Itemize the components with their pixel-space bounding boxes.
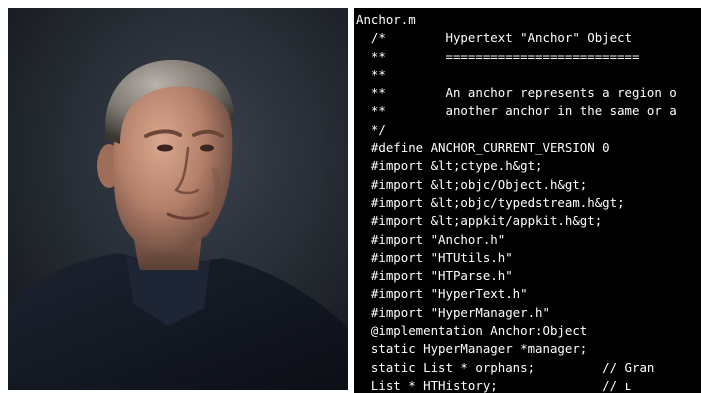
code-panel: Anchor.m /* Hypertext "Anchor" Object **… (354, 8, 701, 393)
code-line: #import "HTParse.h" (356, 268, 513, 284)
code-line: ** (356, 66, 386, 82)
code-line: ** another anchor in the same or a (356, 103, 677, 119)
portrait-photo (8, 8, 348, 390)
code-line: static List * orphans; // Gran (356, 359, 655, 375)
code-line: */ (356, 121, 386, 137)
code-line: /* Hypertext "Anchor" Object (356, 30, 633, 46)
code-line: #define ANCHOR_CURRENT_VERSION 0 (356, 140, 610, 156)
code-line: #import &lt;objc/Object.h&gt; (356, 176, 588, 192)
code-line: #import &lt;objc/typedstream.h&gt; (356, 194, 625, 210)
code-line: static HyperManager *manager; (356, 341, 588, 357)
code-line: ** ========================== (356, 48, 640, 64)
code-line: #import "HTUtils.h" (356, 249, 513, 265)
code-line: Anchor.m (356, 12, 416, 27)
code-line: ** An anchor represents a region o (356, 85, 677, 101)
code-line: List * HTHistory; // ʟ (356, 377, 633, 393)
code-line: #import &lt;appkit/appkit.h&gt; (356, 213, 603, 229)
code-line: #import "HyperManager.h" (356, 304, 550, 320)
code-listing: Anchor.m /* Hypertext "Anchor" Object **… (356, 11, 677, 393)
code-line: @implementation Anchor:Object (356, 323, 588, 339)
code-line: #import &lt;ctype.h&gt; (356, 158, 543, 174)
code-line: #import "Anchor.h" (356, 231, 506, 247)
page: Anchor.m /* Hypertext "Anchor" Object **… (0, 0, 701, 393)
portrait-illustration (8, 8, 348, 390)
code-line: #import "HyperText.h" (356, 286, 528, 302)
